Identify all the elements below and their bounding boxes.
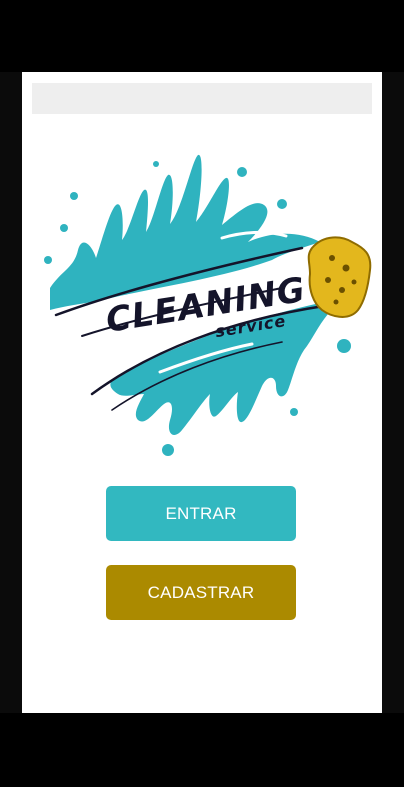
enter-button[interactable]: ENTRAR [106,486,296,541]
splash-drop [44,256,52,264]
splash-drop [337,339,351,353]
splash-drop [60,224,68,232]
left-bezel [0,72,22,713]
right-bezel [382,72,404,713]
cleaning-service-logo: CLEANING service [42,150,372,460]
top-bar [32,83,372,114]
splash-drop [153,161,159,167]
splash-drop [70,192,78,200]
device-frame: CLEANING service ENTRAR CADASTRAR [0,0,404,787]
sponge-icon [307,236,372,318]
register-button[interactable]: CADASTRAR [106,565,296,620]
splash-drop [277,199,287,209]
splash-drop [162,444,174,456]
app-screen: CLEANING service ENTRAR CADASTRAR [22,72,382,713]
splash-drop [290,408,298,416]
logo-graphic: CLEANING service [44,154,372,456]
splash-drop [237,167,247,177]
